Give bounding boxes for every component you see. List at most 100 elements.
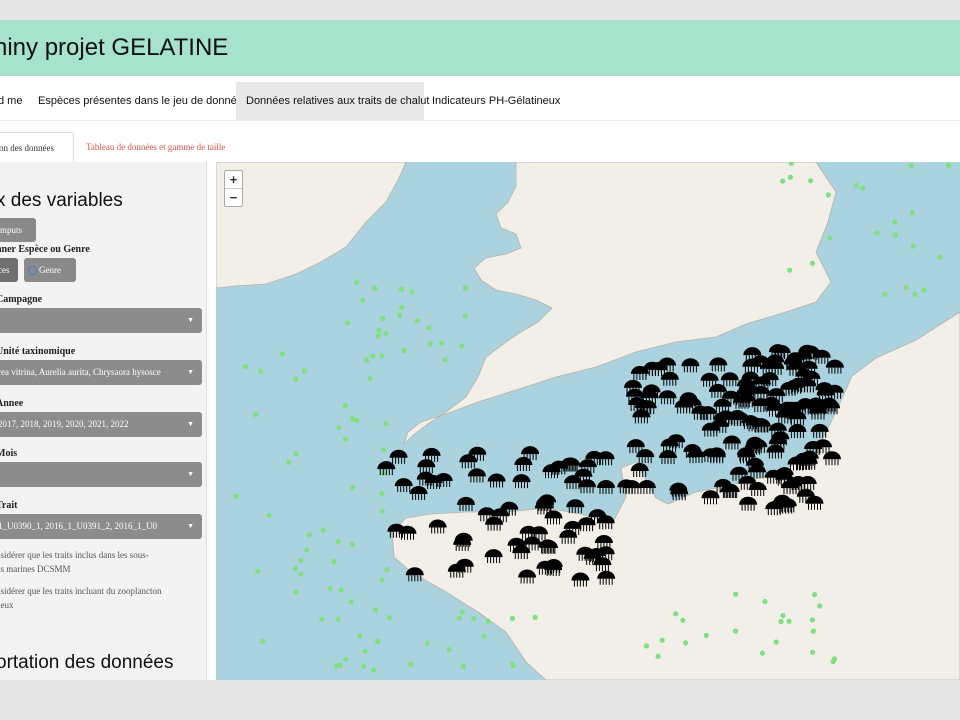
station-dot[interactable]: [874, 230, 880, 236]
station-dot[interactable]: [331, 559, 337, 565]
station-dot[interactable]: [787, 267, 793, 273]
station-dot[interactable]: [882, 291, 888, 297]
station-dot[interactable]: [424, 640, 430, 647]
station-dot[interactable]: [383, 420, 389, 427]
station-dot[interactable]: [255, 568, 261, 574]
station-dot[interactable]: [655, 653, 661, 659]
annee-select[interactable]: 2017, 2018, 2019, 2020, 2021, 2022 ▼: [0, 412, 202, 437]
station-dot[interactable]: [319, 616, 325, 622]
station-dot[interactable]: [233, 493, 239, 499]
tab-read-me[interactable]: d me: [0, 82, 24, 120]
station-dot[interactable]: [408, 662, 414, 668]
station-dot[interactable]: [808, 178, 814, 184]
station-dot[interactable]: [459, 343, 465, 349]
station-dot[interactable]: [302, 368, 308, 374]
station-dot[interactable]: [360, 297, 366, 303]
station-dot[interactable]: [921, 287, 927, 293]
station-dot[interactable]: [338, 587, 344, 593]
station-dot[interactable]: [427, 341, 433, 347]
station-dot[interactable]: [446, 647, 452, 653]
tab-especes[interactable]: Espèces présentes dans le jeu de données: [30, 82, 248, 120]
station-dot[interactable]: [780, 178, 786, 184]
station-dot[interactable]: [398, 286, 405, 292]
station-dot[interactable]: [349, 542, 355, 548]
station-dot[interactable]: [345, 320, 351, 326]
station-dot[interactable]: [809, 617, 816, 623]
station-dot[interactable]: [462, 285, 468, 291]
station-dot[interactable]: [759, 650, 766, 656]
station-dot[interactable]: [306, 532, 312, 538]
station-dot[interactable]: [362, 648, 368, 654]
checkbox-dcsmm[interactable]: nsidérer que les traits inclus dans les …: [0, 548, 202, 576]
station-dot[interactable]: [375, 333, 381, 339]
station-dot[interactable]: [353, 279, 360, 286]
subtab-tableau[interactable]: Tableau de données et gamme de taille: [86, 132, 266, 162]
station-dot[interactable]: [892, 219, 898, 225]
station-dot[interactable]: [510, 662, 516, 669]
leaflet-map[interactable]: + −: [216, 162, 960, 680]
station-dot[interactable]: [912, 291, 918, 297]
station-dot[interactable]: [778, 619, 784, 625]
station-dot[interactable]: [414, 317, 420, 324]
station-dot[interactable]: [683, 640, 689, 646]
station-dot[interactable]: [481, 633, 487, 639]
station-dot[interactable]: [509, 615, 515, 622]
station-dot[interactable]: [937, 254, 943, 260]
station-dot[interactable]: [470, 616, 477, 622]
station-dot[interactable]: [703, 632, 709, 639]
station-dot[interactable]: [293, 565, 299, 572]
station-dot[interactable]: [380, 315, 386, 322]
station-dot[interactable]: [462, 313, 468, 319]
station-dot[interactable]: [379, 508, 385, 514]
station-dot[interactable]: [786, 618, 792, 624]
station-dot[interactable]: [370, 353, 376, 359]
station-dot[interactable]: [386, 615, 392, 621]
station-dot[interactable]: [401, 347, 407, 353]
station-dot[interactable]: [336, 424, 342, 431]
station-dot[interactable]: [361, 663, 367, 670]
station-dot[interactable]: [342, 436, 349, 442]
station-dot[interactable]: [532, 614, 538, 620]
station-dot[interactable]: [908, 163, 914, 169]
station-dot[interactable]: [293, 451, 299, 457]
station-dot[interactable]: [376, 327, 382, 333]
station-dot[interactable]: [910, 243, 916, 249]
station-dot[interactable]: [298, 557, 304, 564]
station-dot[interactable]: [379, 491, 385, 497]
station-dot[interactable]: [485, 618, 491, 624]
station-dot[interactable]: [381, 447, 387, 453]
station-dot[interactable]: [733, 591, 739, 597]
station-dot[interactable]: [892, 232, 898, 238]
station-dot[interactable]: [830, 659, 836, 665]
station-dot[interactable]: [442, 357, 448, 363]
station-dot[interactable]: [773, 639, 779, 645]
station-dot[interactable]: [909, 210, 915, 216]
station-dot[interactable]: [293, 589, 299, 595]
station-dot[interactable]: [825, 192, 832, 198]
station-dot[interactable]: [732, 628, 739, 634]
station-dot[interactable]: [409, 289, 415, 295]
station-dot[interactable]: [342, 403, 348, 409]
station-dot[interactable]: [812, 592, 818, 598]
checkbox-zooplancton[interactable]: nsidérer que les traits incluant du zoop…: [0, 584, 202, 612]
station-dot[interactable]: [335, 616, 341, 622]
station-dot[interactable]: [762, 598, 768, 605]
subtab-visualisation[interactable]: on des données: [0, 132, 74, 162]
station-dot[interactable]: [357, 633, 363, 639]
station-dot[interactable]: [680, 617, 686, 623]
station-dot[interactable]: [372, 607, 379, 613]
station-dot[interactable]: [780, 612, 786, 619]
station-dot[interactable]: [659, 637, 665, 643]
station-dot[interactable]: [367, 375, 373, 382]
station-dot[interactable]: [460, 663, 466, 670]
trait-select[interactable]: 1_U0390_1, 2016_1_U0391_2, 2016_1_U0 ▼: [0, 514, 202, 539]
station-dot[interactable]: [337, 662, 343, 668]
station-dot[interactable]: [817, 603, 823, 609]
station-dot[interactable]: [266, 512, 272, 518]
station-dot[interactable]: [260, 638, 266, 644]
station-dot[interactable]: [398, 304, 405, 310]
station-dot[interactable]: [354, 418, 360, 424]
station-dot[interactable]: [643, 643, 650, 649]
station-dot[interactable]: [384, 566, 390, 572]
station-dot[interactable]: [810, 649, 816, 655]
